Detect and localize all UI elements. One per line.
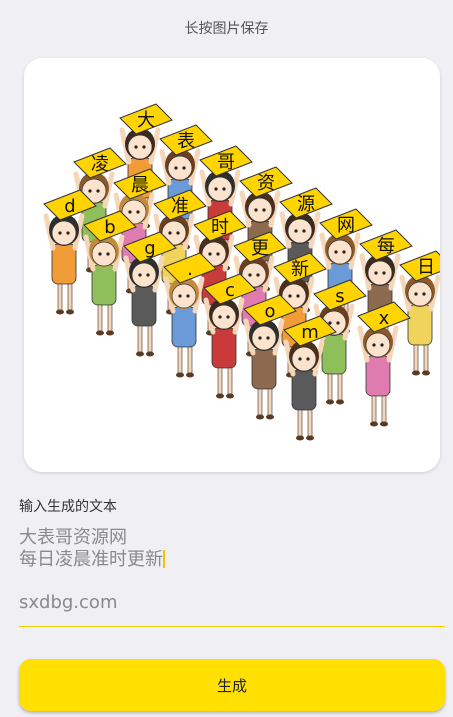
poster-character: 网 <box>337 215 355 236</box>
poster-character: 晨 <box>131 175 149 196</box>
poster-character: 时 <box>211 217 229 238</box>
poster-character: 哥 <box>217 152 235 173</box>
poster-character: b <box>104 217 115 238</box>
poster-character: g <box>144 238 155 259</box>
poster-character: . <box>187 259 193 280</box>
text-caret <box>163 550 165 568</box>
poster-character: s <box>335 286 344 307</box>
text-input[interactable]: 大表哥资源网 每日凌晨准时更新 <box>19 527 439 571</box>
poster-illustration: 大表哥 凌资 晨源 准 d 网 时 b 每 更 g 日 新. c s o x m <box>43 103 440 441</box>
poster-character: 源 <box>297 194 315 215</box>
poster-figure: 日 <box>399 250 440 376</box>
url-input[interactable]: sxdbg.com <box>19 592 445 627</box>
poster-character: 资 <box>257 173 275 194</box>
poster-character: 更 <box>251 238 269 259</box>
poster-character: c <box>225 280 235 301</box>
poster-character: 表 <box>177 131 195 152</box>
poster-character: 每 <box>377 236 395 257</box>
poster-character: 日 <box>417 257 435 278</box>
text-input-label: 输入生成的文本 <box>19 499 117 515</box>
poster-character: 准 <box>171 196 189 217</box>
generate-button[interactable]: 生成 <box>19 659 445 711</box>
poster-figure: x <box>357 301 411 427</box>
poster-character: m <box>301 322 319 343</box>
generated-image[interactable]: 大表哥 凌资 晨源 准 d 网 时 b 每 更 g 日 新. c s o x m <box>24 58 440 472</box>
poster-character: d <box>64 196 75 217</box>
save-hint: 长按图片保存 <box>184 21 269 37</box>
poster-character: o <box>264 301 275 322</box>
text-input-value: 大表哥资源网 每日凌晨准时更新 <box>19 527 163 570</box>
poster-character: 凌 <box>91 154 109 175</box>
poster-character: 大 <box>137 110 155 131</box>
poster-character: x <box>379 308 390 329</box>
poster-character: 新 <box>291 259 309 280</box>
